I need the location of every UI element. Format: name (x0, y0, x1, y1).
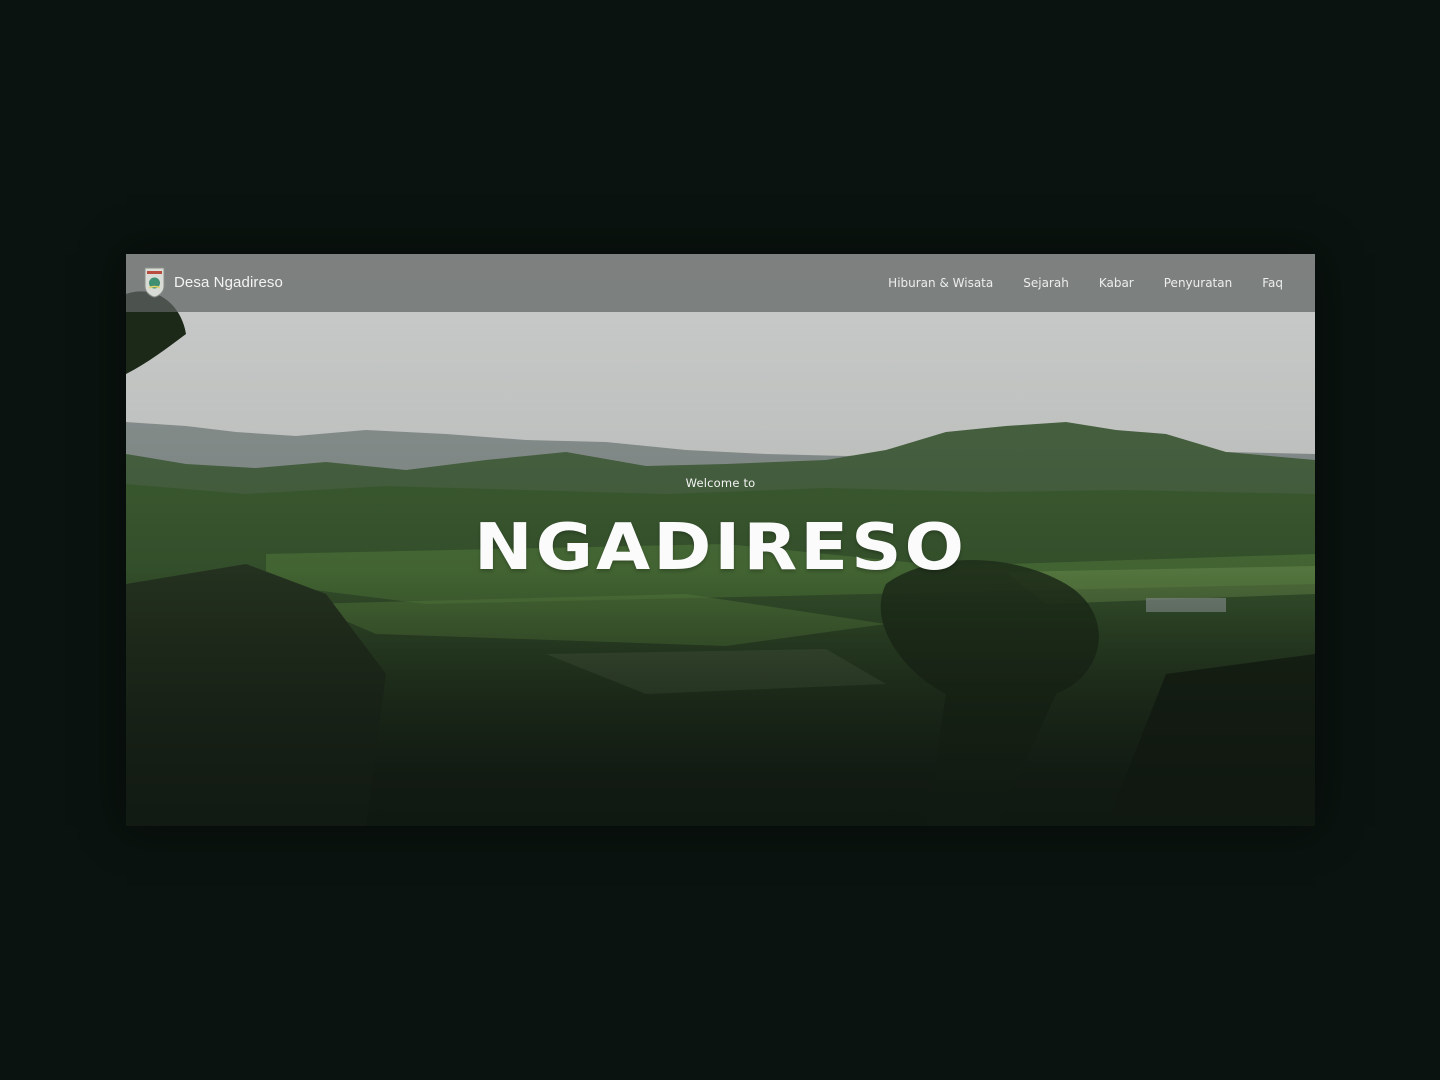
hero-subtitle: Welcome to (685, 476, 756, 490)
main-nav: Hiburan & Wisata Sejarah Kabar Penyurata… (888, 254, 1283, 312)
brand-name: Desa Ngadireso (174, 273, 283, 291)
nav-item-faq[interactable]: Faq (1262, 276, 1283, 290)
village-emblem-icon (144, 267, 165, 298)
nav-item-sejarah[interactable]: Sejarah (1023, 276, 1069, 290)
nav-item-kabar[interactable]: Kabar (1099, 276, 1134, 290)
nav-item-penyuratan[interactable]: Penyuratan (1164, 276, 1232, 290)
brand-home-link[interactable]: Desa Ngadireso (143, 266, 283, 298)
hero-title: NGADIRESO (473, 509, 967, 585)
browser-viewport: Desa Ngadireso Hiburan & Wisata Sejarah … (126, 254, 1315, 826)
nav-item-hiburan-wisata[interactable]: Hiburan & Wisata (888, 276, 993, 290)
top-navbar: Desa Ngadireso Hiburan & Wisata Sejarah … (126, 254, 1315, 312)
